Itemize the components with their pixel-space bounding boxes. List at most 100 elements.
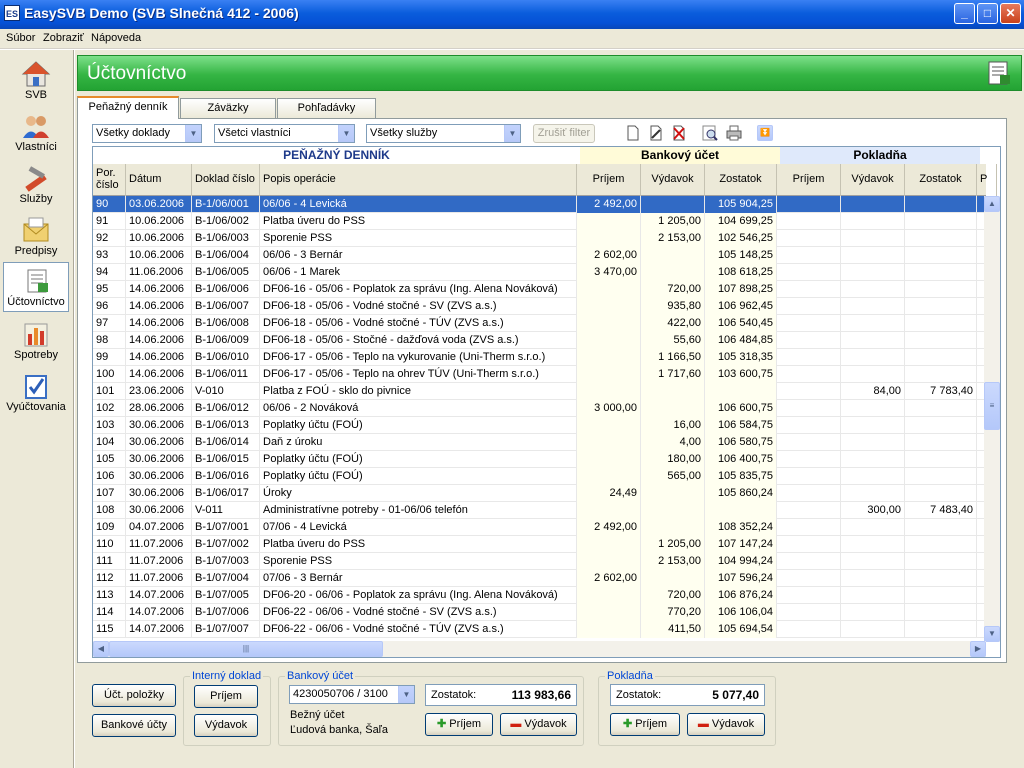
horizontal-scrollbar[interactable]: ◀ ||| ▶ (93, 641, 986, 657)
close-button[interactable]: ✕ (1000, 3, 1021, 24)
table-cell: 30.06.2006 (126, 468, 192, 485)
table-row[interactable]: 114 14.07.2006 B-1/07/006 DF06-22 - 06/06 -… (93, 604, 986, 621)
column-header[interactable]: Zostatok (705, 164, 777, 196)
nav-vlastnici[interactable]: Vlastníci (3, 108, 69, 158)
table-cell (841, 213, 905, 230)
cash-vydavok-button[interactable]: ▬ Výdavok (687, 713, 765, 736)
column-header[interactable]: Doklad číslo (192, 164, 260, 196)
table-cell: B-1/06/005 (192, 264, 260, 281)
table-cell (905, 400, 977, 417)
table-row[interactable]: 112 11.07.2006 B-1/07/004 07/06 - 3 Bernár 2… (93, 570, 986, 587)
vlastnici-filter-select[interactable]: Všetci vlastníci ▼ (214, 124, 355, 143)
table-row[interactable]: 100 14.06.2006 B-1/06/011 DF06-17 - 05/06 -… (93, 366, 986, 383)
table-cell: Poplatky účtu (FOÚ) (260, 451, 577, 468)
nav-predpisy[interactable]: Predpisy (3, 212, 69, 262)
scroll-thumb[interactable]: ≡ (984, 382, 1000, 430)
sluzby-filter-select[interactable]: Všetky služby ▼ (366, 124, 521, 143)
clear-filter-button[interactable]: Zrušiť filter (533, 124, 595, 143)
table-row[interactable]: 95 14.06.2006 B-1/06/006 DF06-16 - 05/06 - … (93, 281, 986, 298)
interny-vydavok-button[interactable]: Výdavok (194, 714, 258, 737)
interny-prijem-button[interactable]: Príjem (194, 685, 258, 708)
nav-sluzby[interactable]: Služby (3, 160, 69, 210)
bank-vydavok-button[interactable]: ▬ Výdavok (500, 713, 577, 736)
table-cell: 07/06 - 3 Bernár (260, 570, 577, 587)
table-row[interactable]: 92 10.06.2006 B-1/06/003 Sporenie PSS 2 153,… (93, 230, 986, 247)
vertical-scrollbar[interactable]: ▲ ≡ ▼ (984, 196, 1000, 642)
table-cell: B-1/07/004 (192, 570, 260, 587)
table-row[interactable]: 113 14.07.2006 B-1/07/005 DF06-20 - 06/06 -… (93, 587, 986, 604)
tab-zavazky[interactable]: Záväzky (180, 98, 276, 118)
table-row[interactable]: 111 11.07.2006 B-1/07/003 Sporenie PSS 2 153… (93, 553, 986, 570)
cash-prijem-button[interactable]: ✚ Príjem (610, 713, 680, 736)
column-header[interactable]: Dátum (126, 164, 192, 196)
search-icon[interactable] (702, 125, 718, 141)
table-row[interactable]: 115 14.07.2006 B-1/07/007 DF06-22 - 06/06 -… (93, 621, 986, 638)
table-row[interactable]: 96 14.06.2006 B-1/06/007 DF06-18 - 05/06 - … (93, 298, 986, 315)
column-header[interactable]: Výdavok (841, 164, 905, 196)
table-row[interactable]: 104 30.06.2006 B-1/06/014 Daň z úroku 4,00 10… (93, 434, 986, 451)
bank-prijem-button[interactable]: ✚ Príjem (425, 713, 493, 736)
edit-document-icon[interactable] (648, 125, 664, 141)
table-row[interactable]: 99 14.06.2006 B-1/06/010 DF06-17 - 05/06 - … (93, 349, 986, 366)
column-header[interactable]: Príjem (777, 164, 841, 196)
nav-label: Služby (19, 193, 53, 205)
table-row[interactable]: 106 30.06.2006 B-1/06/016 Poplatky účtu (FO… (93, 468, 986, 485)
nav-label: Spotreby (13, 349, 59, 361)
column-header[interactable]: Výdavok (641, 164, 705, 196)
nav-vyuctovania[interactable]: Vyúčtovania (3, 368, 69, 418)
table-row[interactable]: 105 30.06.2006 B-1/06/015 Poplatky účtu (FO… (93, 451, 986, 468)
bankove-ucty-button[interactable]: Bankové účty (92, 714, 176, 737)
double-chevron-down-icon[interactable]: ⏬ (757, 125, 773, 141)
menu-subor[interactable]: Súbor (6, 32, 35, 44)
nav-uctovnictvo[interactable]: Účtovníctvo (3, 262, 69, 312)
table-row[interactable]: 102 28.06.2006 B-1/06/012 06/06 - 2 Novákov… (93, 400, 986, 417)
table-cell (905, 247, 977, 264)
column-header[interactable]: Por. číslo (93, 164, 126, 196)
column-header[interactable]: P (977, 164, 997, 196)
uct-polozky-button[interactable]: Účt. položky (92, 684, 176, 707)
print-icon[interactable] (726, 125, 742, 141)
table-cell (905, 196, 977, 213)
nav-spotreby[interactable]: Spotreby (3, 316, 69, 366)
new-document-icon[interactable] (625, 125, 641, 141)
table-row[interactable]: 107 30.06.2006 B-1/06/017 Úroky 24,49 105 860… (93, 485, 986, 502)
scroll-up-icon[interactable]: ▲ (984, 196, 1000, 212)
scroll-right-icon[interactable]: ▶ (970, 641, 986, 657)
tab-pohladavky[interactable]: Pohľadávky (277, 98, 376, 118)
bar-chart-icon (24, 323, 48, 347)
column-header[interactable]: Príjem (577, 164, 641, 196)
table-row[interactable]: 97 14.06.2006 B-1/06/008 DF06-18 - 05/06 - … (93, 315, 986, 332)
delete-document-icon[interactable] (671, 125, 687, 141)
table-row[interactable]: 94 11.06.2006 B-1/06/005 06/06 - 1 Marek 3 4… (93, 264, 986, 281)
menu-zobrazit[interactable]: Zobraziť (43, 32, 84, 44)
table-row[interactable]: 108 30.06.2006 V-011 Administratívne potreb… (93, 502, 986, 519)
bank-account-select[interactable]: 4230050706 / 3100 ▼ (289, 685, 415, 704)
table-cell: B-1/06/009 (192, 332, 260, 349)
doklady-filter-select[interactable]: Všetky doklady ▼ (92, 124, 202, 143)
cash-zostatok-box: Zostatok: 5 077,40 (610, 684, 765, 706)
table-row[interactable]: 109 04.07.2006 B-1/07/001 07/06 - 4 Levická… (93, 519, 986, 536)
table-cell (577, 604, 641, 621)
column-header[interactable]: Popis operácie (260, 164, 577, 196)
table-cell (577, 298, 641, 315)
grid-rows: 90 03.06.2006 B-1/06/001 06/06 - 4 Levická 2… (93, 196, 986, 642)
table-row[interactable]: 110 11.07.2006 B-1/07/002 Platba úveru do P… (93, 536, 986, 553)
nav-svb[interactable]: SVB (3, 56, 69, 106)
table-row[interactable]: 103 30.06.2006 B-1/06/013 Poplatky účtu (FO… (93, 417, 986, 434)
minimize-button[interactable]: _ (954, 3, 975, 24)
table-cell (777, 502, 841, 519)
menu-napoveda[interactable]: Nápoveda (91, 32, 141, 44)
table-cell: 300,00 (841, 502, 905, 519)
tab-penazny-dennik[interactable]: Peňažný denník (77, 96, 179, 119)
scroll-down-icon[interactable]: ▼ (984, 626, 1000, 642)
hscroll-thumb[interactable]: ||| (109, 641, 383, 657)
table-row[interactable]: 98 14.06.2006 B-1/06/009 DF06-18 - 05/06 - … (93, 332, 986, 349)
table-row[interactable]: 90 03.06.2006 B-1/06/001 06/06 - 4 Levická 2… (93, 196, 986, 213)
maximize-button[interactable]: □ (977, 3, 998, 24)
table-row[interactable]: 101 23.06.2006 V-010 Platba z FOÚ - sklo do… (93, 383, 986, 400)
table-cell: 106 484,85 (705, 332, 777, 349)
column-header[interactable]: Zostatok (905, 164, 977, 196)
scroll-left-icon[interactable]: ◀ (93, 641, 109, 657)
table-row[interactable]: 91 10.06.2006 B-1/06/002 Platba úveru do PS… (93, 213, 986, 230)
table-row[interactable]: 93 10.06.2006 B-1/06/004 06/06 - 3 Bernár 2 … (93, 247, 986, 264)
